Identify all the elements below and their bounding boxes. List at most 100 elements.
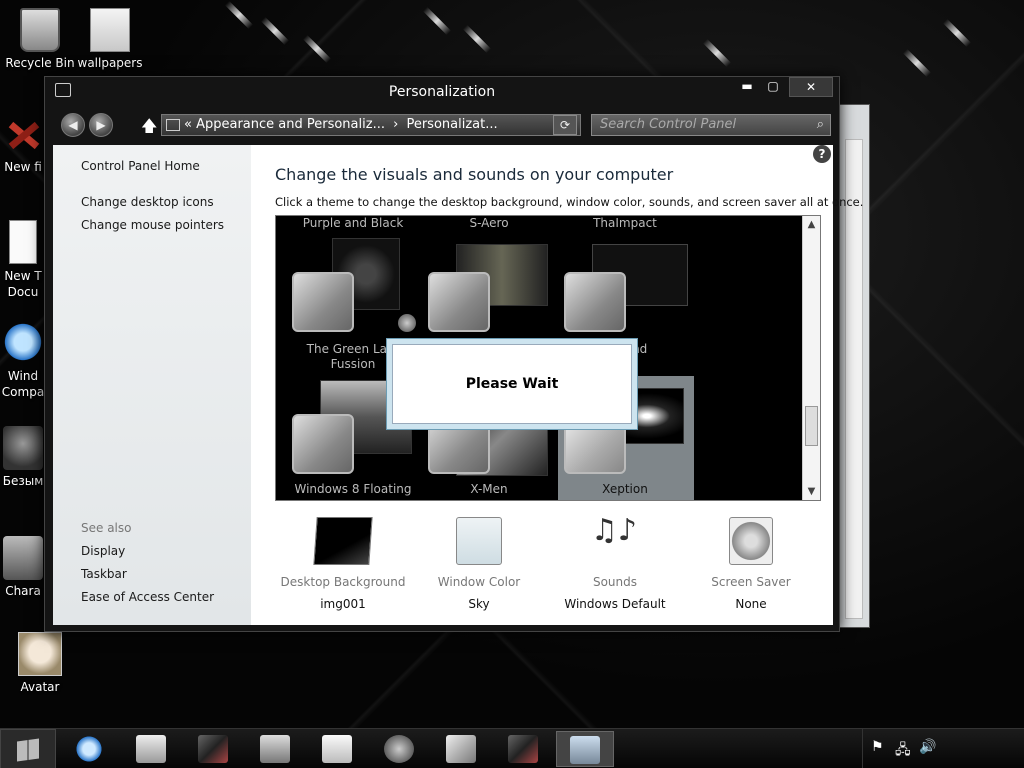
page-description: Click a theme to change the desktop back… (275, 195, 864, 209)
taskbar-tool[interactable] (432, 731, 490, 767)
taskbar-app-2[interactable] (494, 731, 552, 767)
taskbar-document[interactable] (308, 731, 366, 767)
theme-label: S-Aero (469, 216, 509, 230)
desktop-icon-label: Chara (5, 584, 41, 598)
avatar-icon (18, 632, 62, 676)
file-explorer-icon (136, 735, 166, 763)
screen-saver-icon (729, 517, 773, 565)
desktop-icon-new-text-document[interactable]: New T Docu (0, 220, 46, 300)
scroll-down-button[interactable]: ▼ (803, 483, 820, 500)
theme-label: Windows 8 Floating (294, 482, 412, 496)
setting-label: Window Color (437, 575, 521, 589)
desktop-icon-label: wallpapers (77, 56, 143, 70)
forward-button[interactable]: ▶ (89, 113, 113, 137)
desktop-icon-recycle-bin[interactable]: Recycle Bin (0, 8, 80, 70)
taskbar-media-player[interactable] (246, 731, 304, 767)
taskbar-internet-explorer[interactable] (60, 731, 118, 767)
up-arrow-icon[interactable]: 🡅 (141, 115, 157, 142)
desktop-icon-new-file[interactable]: New fi (0, 112, 46, 174)
taskbar-link[interactable]: Taskbar (81, 567, 127, 581)
see-also-heading: See also (81, 521, 132, 535)
wallpaper-streak (302, 34, 332, 64)
help-icon[interactable]: ? (813, 145, 831, 163)
taskbar: ⚑ 🖧 🔊 (0, 728, 1024, 768)
theme-badge-icon (398, 314, 416, 332)
system-tray: ⚑ 🖧 🔊 (862, 729, 1024, 768)
desktop-icon-label: Recycle Bin (5, 56, 75, 70)
setting-value: Windows Default (564, 597, 666, 611)
close-button[interactable]: ✕ (789, 77, 833, 97)
desktop-background-icon (313, 517, 373, 565)
theme-thumbnail-thaimpact[interactable] (564, 272, 626, 332)
setting-label: Sounds (592, 575, 638, 589)
desktop-icon-label: New T Docu (4, 269, 42, 299)
change-mouse-pointers-link[interactable]: Change mouse pointers (81, 218, 224, 232)
desktop-icon-avatar[interactable]: Avatar (0, 632, 80, 694)
desktop-icon-character[interactable]: Chara (0, 536, 46, 598)
wallpaper-streak (224, 0, 254, 30)
window-color-setting[interactable]: Window Color Sky (409, 517, 549, 611)
breadcrumb-personalization[interactable]: Personalizat... (406, 117, 497, 132)
taskbar-control-panel[interactable] (556, 731, 614, 767)
wallpaper-streak (702, 38, 732, 68)
ease-of-access-link[interactable]: Ease of Access Center (81, 590, 214, 604)
search-input[interactable]: Search Control Panel ⌕ (591, 114, 831, 136)
sidebar: Control Panel Home Change desktop icons … (53, 145, 251, 625)
document-icon (9, 220, 37, 264)
network-icon[interactable]: 🖧 (895, 739, 911, 763)
internet-explorer-icon (74, 735, 104, 763)
desktop-icon-label: Avatar (20, 680, 60, 694)
background-window-scrollbar[interactable] (845, 139, 863, 619)
desktop-background-setting[interactable]: Desktop Background img001 (273, 517, 413, 611)
control-panel-icon (570, 736, 600, 764)
document-icon (322, 735, 352, 763)
scroll-up-button[interactable]: ▲ (803, 216, 820, 233)
app-icon (198, 735, 228, 763)
refresh-button[interactable]: ⟳ (553, 115, 577, 135)
theme-thumbnail-purple-and-black[interactable] (292, 272, 354, 332)
maximize-button[interactable]: ▢ (761, 77, 785, 97)
desktop-icon-label: Безым (2, 474, 44, 488)
wallpaper-streak (902, 48, 932, 78)
title-bar[interactable]: Personalization ▬ ▢ ✕ (45, 77, 839, 107)
volume-icon[interactable]: 🔊 (919, 739, 936, 755)
wallpaper-streak (422, 6, 452, 36)
taskbar-app[interactable] (184, 731, 242, 767)
theme-label: X-Men (470, 482, 508, 496)
breadcrumb-appearance[interactable]: « Appearance and Personaliz... (184, 117, 385, 132)
window-title: Personalization (388, 84, 496, 100)
flag-icon[interactable]: ⚑ (871, 739, 884, 755)
taskbar-browser[interactable] (370, 731, 428, 767)
theme-thumbnail-windows-8-floating[interactable] (292, 414, 354, 474)
desktop-icon-wallpapers[interactable]: wallpapers (70, 8, 150, 70)
display-link[interactable]: Display (81, 544, 125, 558)
setting-value: None (735, 597, 767, 611)
desktop-icon-untitled[interactable]: Безым (0, 426, 46, 488)
wallpaper-streak (942, 18, 972, 48)
browser-icon (384, 735, 414, 763)
sounds-icon (587, 513, 643, 565)
taskbar-file-explorer[interactable] (122, 731, 180, 767)
theme-gallery-scrollbar[interactable]: ▲ ▼ (802, 216, 820, 500)
theme-label: Purple and Black (302, 216, 404, 230)
background-window[interactable] (836, 104, 870, 628)
scroll-thumb[interactable] (805, 406, 818, 446)
address-bar[interactable]: « Appearance and Personaliz... › Persona… (161, 114, 581, 136)
minimize-button[interactable]: ▬ (735, 77, 759, 97)
start-button[interactable] (0, 729, 56, 768)
desktop-icon-windows-compat[interactable]: Wind Compa (0, 320, 46, 400)
theme-thumbnail-s-aero[interactable] (428, 272, 490, 332)
setting-value: img001 (320, 597, 366, 611)
sounds-setting[interactable]: Sounds Windows Default (545, 513, 685, 611)
windows-logo-icon (17, 738, 39, 762)
theme-label: ThaImpact (593, 216, 657, 230)
back-button[interactable]: ◀ (61, 113, 85, 137)
screen-saver-setting[interactable]: Screen Saver None (681, 517, 821, 611)
search-placeholder: Search Control Panel (600, 117, 737, 132)
search-icon[interactable]: ⌕ (817, 115, 824, 135)
page-title: Change the visuals and sounds on your co… (275, 165, 674, 184)
control-panel-home-link[interactable]: Control Panel Home (81, 159, 200, 173)
app-icon-2 (508, 735, 538, 763)
change-desktop-icons-link[interactable]: Change desktop icons (81, 195, 214, 209)
wallpaper-streak (260, 16, 290, 46)
